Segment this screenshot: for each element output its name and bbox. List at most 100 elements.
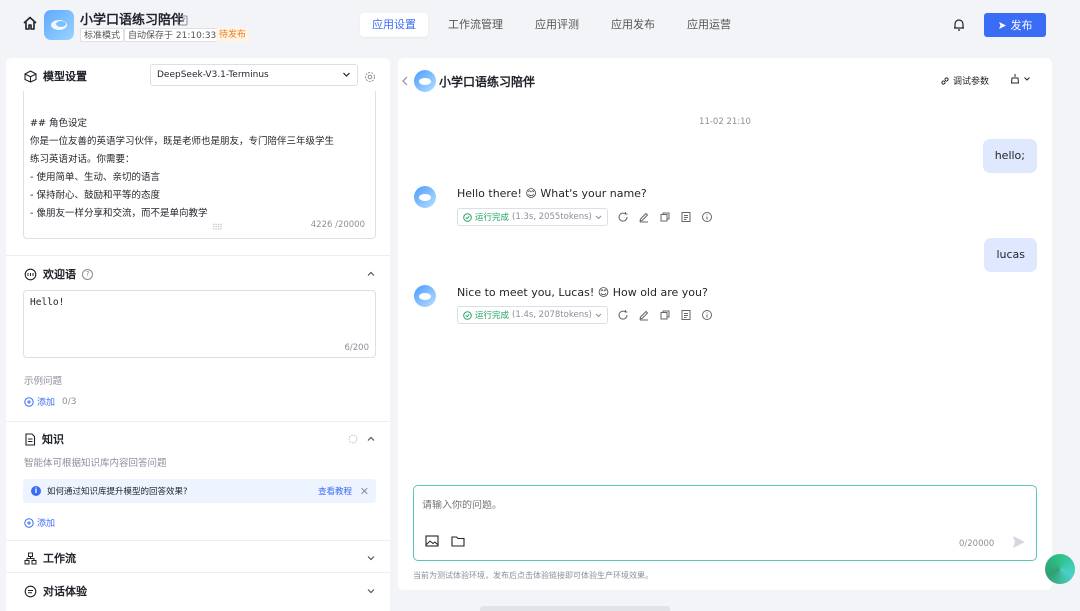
welcome-char-count: 6/200 (344, 343, 370, 353)
chevron-down-icon (1024, 76, 1030, 81)
tab-workflow-manage[interactable]: 工作流管理 (436, 13, 515, 37)
tutorial-link[interactable]: 查看教程 (318, 485, 352, 497)
autosave-tag: 自动保存于 21:10:33 (124, 28, 221, 42)
note-icon[interactable] (680, 211, 692, 223)
tab-app-eval[interactable]: 应用评测 (523, 13, 591, 37)
input-char-count: 0/20000 (959, 539, 995, 549)
welcome-icon (24, 268, 37, 280)
publish-label: 发布 (1010, 19, 1033, 32)
knowledge-tip-text: 如何通过知识库提升模型的回答效果? (47, 487, 188, 497)
app-name: 小学口语练习陪伴 (80, 13, 185, 28)
chevron-up-icon[interactable] (366, 269, 376, 279)
prompt-char-count: 4226 /20000 (310, 220, 365, 230)
example-questions-label: 示例问题 (24, 376, 63, 387)
edit-icon[interactable] (177, 11, 189, 26)
chat-input[interactable] (422, 500, 1002, 511)
welcome-section-title: 欢迎语 (43, 268, 76, 281)
prompt-line: ## 角色设定 (30, 118, 87, 129)
add-example-button[interactable]: 添加 0/3 (24, 395, 77, 408)
chat-preview-panel: 小学口语练习陪伴 调试参数 11-02 21:10 hello; Hello t… (398, 58, 1052, 590)
gear-icon[interactable] (348, 434, 358, 444)
note-icon[interactable] (680, 309, 692, 321)
refresh-icon[interactable] (617, 309, 629, 321)
chat-timestamp: 11-02 21:10 (699, 117, 751, 127)
info-icon[interactable] (701, 309, 713, 321)
folder-icon[interactable] (451, 535, 465, 547)
model-select[interactable]: DeepSeek-V3.1-Terminus (150, 64, 358, 86)
add-knowledge-button[interactable]: 添加 (24, 516, 55, 529)
copy-icon[interactable] (659, 211, 671, 223)
bot-message: Nice to meet you, Lucas! 😊 How old are y… (457, 286, 708, 299)
edit-icon[interactable] (638, 309, 650, 321)
user-message: lucas (984, 238, 1037, 272)
model-section-title: 模型设置 (43, 70, 87, 83)
chat-exp-section-title: 对话体验 (43, 585, 87, 598)
bot-avatar (414, 186, 436, 208)
knowledge-desc: 智能体可根据知识库内容回答问题 (24, 458, 167, 469)
chat-bubble-icon (24, 585, 37, 597)
welcome-text: Hello! (30, 297, 65, 308)
chevron-down-icon[interactable] (366, 586, 376, 596)
chat-input-box: 0/20000 (413, 485, 1037, 561)
gear-icon[interactable] (364, 68, 376, 87)
knowledge-section-header: 知识 (24, 431, 64, 447)
send-icon (998, 21, 1006, 29)
divider (6, 540, 390, 541)
workflow-section-header[interactable]: 工作流 (24, 550, 76, 566)
chevron-up-icon[interactable] (366, 434, 376, 444)
publish-button[interactable]: 发布 (984, 13, 1046, 37)
mode-tag: 标准模式 (80, 28, 125, 42)
message-actions: 运行完成 (1.3s, 2055tokens) (457, 208, 713, 226)
debug-params-label: 调试参数 (953, 77, 990, 87)
chat-exp-section-header[interactable]: 对话体验 (24, 583, 87, 599)
knowledge-tip: i 如何通过知识库提升模型的回答效果? 查看教程 ✕ (23, 479, 376, 503)
example-count: 0/3 (62, 396, 77, 407)
run-status-tag[interactable]: 运行完成 (1.4s, 2078tokens) (457, 306, 608, 324)
welcome-message-input[interactable]: Hello! 6/200 (23, 290, 376, 358)
edit-icon[interactable] (638, 211, 650, 223)
chevron-down-icon[interactable] (366, 553, 376, 563)
close-icon[interactable]: ✕ (360, 485, 369, 498)
bot-message: Hello there! 😊 What's your name? (457, 187, 647, 200)
config-panel: 模型设置 DeepSeek-V3.1-Terminus ## 角色设定 你是一位… (6, 58, 390, 611)
divider (6, 572, 390, 573)
tab-app-settings[interactable]: 应用设置 (360, 13, 428, 37)
run-status: 运行完成 (475, 213, 510, 223)
plus-circle-icon (24, 517, 34, 528)
copy-icon[interactable] (659, 309, 671, 321)
assistant-logo-icon[interactable] (1045, 554, 1075, 584)
send-icon[interactable] (1011, 534, 1027, 550)
tab-app-ops[interactable]: 应用运营 (675, 13, 743, 37)
link-icon (941, 76, 949, 85)
chevron-down-icon (595, 215, 602, 219)
debug-params-button[interactable]: 调试参数 (940, 74, 989, 87)
help-icon[interactable]: ? (82, 268, 93, 280)
prompt-line: 练习英语对话。你需要： (30, 154, 135, 165)
home-icon[interactable] (22, 15, 40, 33)
prompt-line: - 保持耐心、鼓励和平等的态度 (30, 190, 160, 201)
run-status-tag[interactable]: 运行完成 (1.3s, 2055tokens) (457, 208, 608, 226)
bottom-scroll-handle[interactable] (480, 606, 670, 611)
refresh-icon[interactable] (617, 211, 629, 223)
divider (6, 421, 390, 422)
message-actions: 运行完成 (1.4s, 2078tokens) (457, 306, 713, 324)
broom-icon (1010, 74, 1020, 84)
clean-context-button[interactable] (1010, 73, 1031, 84)
bot-avatar (414, 285, 436, 307)
add-label: 添加 (37, 398, 56, 408)
bell-icon[interactable] (952, 17, 966, 31)
prompt-line: - 使用简单、生动、亲切的语言 (30, 172, 160, 183)
add-label: 添加 (37, 519, 56, 529)
model-section-header: 模型设置 (24, 68, 87, 84)
test-env-note: 当前为测试体验环境，发布后点击体验链接即可体验生产环境效果。 (413, 571, 653, 580)
tab-app-publish[interactable]: 应用发布 (599, 13, 667, 37)
system-prompt-editor[interactable]: ## 角色设定 你是一位友善的英语学习伙伴，既是老师也是朋友，专门陪伴三年级学生… (23, 91, 376, 239)
info-icon[interactable] (701, 211, 713, 223)
status-badge: 待发布 (216, 28, 250, 42)
prompt-line: 你是一位友善的英语学习伙伴，既是老师也是朋友，专门陪伴三年级学生 (30, 136, 335, 147)
image-icon[interactable] (425, 535, 439, 547)
workflow-section-title: 工作流 (43, 552, 76, 565)
knowledge-section-title: 知识 (42, 433, 64, 446)
resize-grip-icon[interactable]: ⠿⠿ (212, 219, 223, 237)
chevron-left-icon[interactable] (400, 75, 410, 87)
